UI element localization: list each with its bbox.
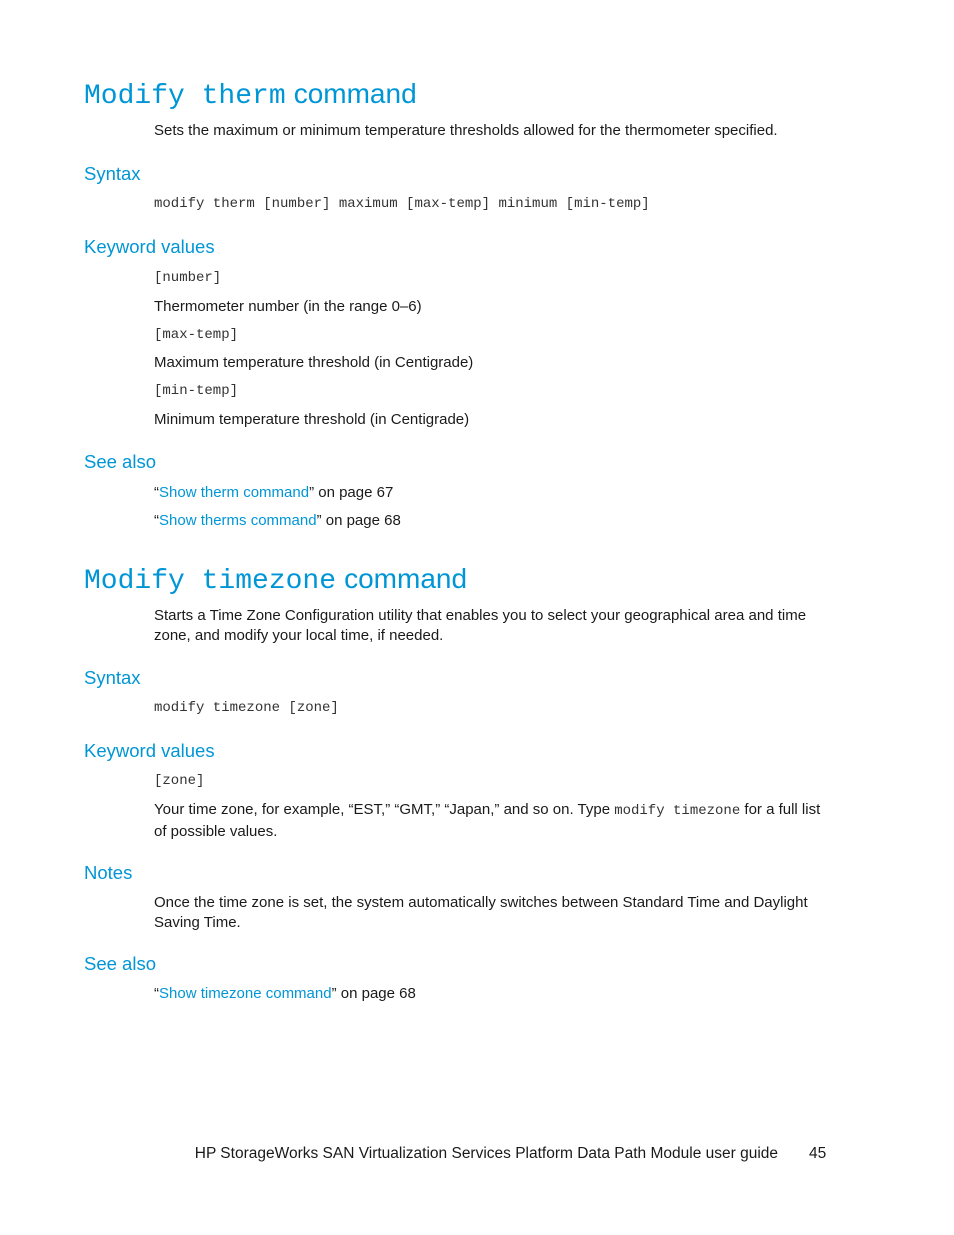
notes-heading: Notes xyxy=(84,862,133,883)
title-suffix: command xyxy=(293,78,417,109)
syntax-code: modify therm [number] maximum [max-temp]… xyxy=(154,196,650,212)
see-also-item: “Show therms command” on page 68 xyxy=(154,511,824,531)
keyword-description: Your time zone, for example, “EST,” “GMT… xyxy=(154,800,824,841)
syntax-heading: Syntax xyxy=(84,667,141,688)
section-description: Sets the maximum or minimum temperature … xyxy=(154,122,778,139)
see-also-item: “Show therm command” on page 67 xyxy=(154,483,824,503)
show-therms-command-link[interactable]: Show therms command xyxy=(159,512,317,529)
keyword-description: Maximum temperature threshold (in Centig… xyxy=(154,354,474,371)
title-suffix: command xyxy=(344,563,468,594)
show-timezone-command-link[interactable]: Show timezone command xyxy=(159,985,332,1002)
keyword-description: Thermometer number (in the range 0–6) xyxy=(154,298,422,315)
keyword-values-heading: Keyword values xyxy=(84,236,215,257)
keyword-description: Minimum temperature threshold (in Centig… xyxy=(154,411,470,428)
title-command-name: Modify therm xyxy=(84,81,286,112)
see-also-item: “Show timezone command” on page 68 xyxy=(154,984,824,1004)
footer-guide-title: HP StorageWorks SAN Virtualization Servi… xyxy=(194,1145,778,1162)
section-title-modify-therm: Modify therm command xyxy=(84,80,417,111)
keyword-name: [number] xyxy=(154,270,222,286)
page-reference: on page 67 xyxy=(314,484,394,501)
inline-code: modify timezone xyxy=(614,803,741,819)
keyword-name: [max-temp] xyxy=(154,327,239,343)
page-reference: on page 68 xyxy=(336,985,416,1002)
keyword-values-heading: Keyword values xyxy=(84,740,215,761)
section-title-modify-timezone: Modify timezone command xyxy=(84,565,467,596)
see-also-heading: See also xyxy=(84,451,156,472)
keyword-name: [zone] xyxy=(154,773,205,789)
page-number: 45 xyxy=(809,1145,827,1162)
keyword-name: [min-temp] xyxy=(154,383,239,399)
syntax-code: modify timezone [zone] xyxy=(154,700,339,716)
desc-text: Your time zone, for example, “EST,” “GMT… xyxy=(154,801,615,818)
section-description: Starts a Time Zone Configuration utility… xyxy=(154,607,807,644)
notes-text: Once the time zone is set, the system au… xyxy=(154,894,808,931)
title-command-name: Modify timezone xyxy=(84,566,337,597)
syntax-heading: Syntax xyxy=(84,163,141,184)
see-also-heading: See also xyxy=(84,953,156,974)
show-therm-command-link[interactable]: Show therm command xyxy=(159,484,309,501)
page-reference: on page 68 xyxy=(321,512,401,529)
